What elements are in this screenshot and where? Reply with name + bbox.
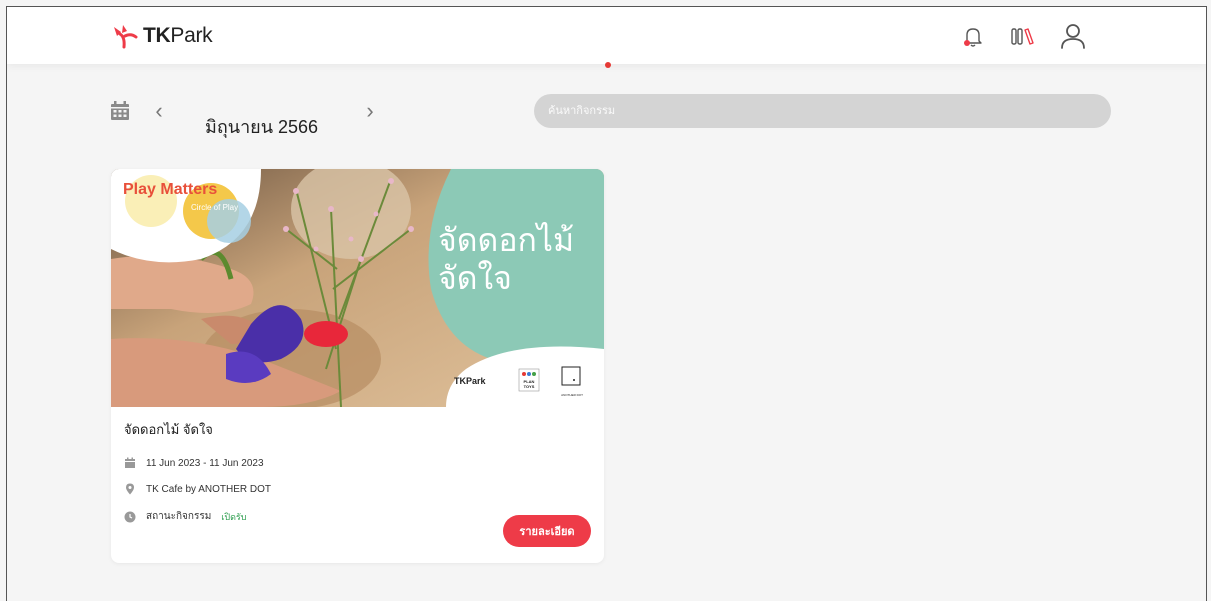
banner-title: จัดดอกไม้ จัดใจ (438, 221, 575, 297)
activity-date-range: 11 Jun 2023 - 11 Jun 2023 (146, 457, 264, 469)
activity-title: จัดดอกไม้ จัดใจ (124, 422, 213, 437)
activity-date-row: 11 Jun 2023 - 11 Jun 2023 (124, 457, 264, 469)
activity-search-input[interactable] (534, 94, 1111, 128)
header-actions (958, 21, 1088, 51)
top-header: TKPark (7, 7, 1206, 64)
calendar-small-icon (124, 457, 136, 469)
current-month-label: มิถุนายน 2566 (205, 117, 319, 137)
calendar-icon[interactable] (110, 101, 130, 121)
activity-status-label: สถานะกิจกรรม (146, 511, 212, 522)
previous-month-button[interactable]: ‹ (148, 99, 170, 123)
next-month-button[interactable]: › (359, 99, 381, 123)
calendar-toolbar: ‹ มิถุนายน 2566 › (7, 91, 1206, 137)
logo-wordmark: TKPark (143, 24, 213, 47)
circle-of-play-text: Circle of Play (191, 203, 239, 212)
tkpark-logo[interactable]: TKPark (111, 23, 213, 49)
activity-details-button[interactable]: รายละเอียด (503, 515, 591, 547)
activity-status-badge: เปิดรับ (221, 511, 247, 522)
play-matters-logo: Play Matters (123, 181, 218, 198)
activity-status-row: สถานะกิจกรรม เปิดรับ (124, 509, 246, 524)
plan-toys-logo: PLAN TOYS (523, 379, 535, 389)
bell-icon[interactable] (958, 21, 988, 51)
banner-tkpark-logo: TKPark (454, 376, 486, 386)
activity-banner-image[interactable]: Play Matters Circle of Play จัดดอกไม้ จั… (111, 169, 604, 407)
library-books-icon[interactable] (1008, 21, 1038, 51)
activity-location: TK Cafe by ANOTHER DOT (146, 483, 272, 495)
user-icon[interactable] (1058, 21, 1088, 51)
clock-icon (124, 511, 136, 523)
another-dot-logo: ANOTHER DOT (561, 393, 583, 397)
app-window: TKPark ‹ มิถุนายน 2566 › ค้นหากิจกรรม Pl… (6, 6, 1207, 601)
scroll-indicator-dot (605, 62, 611, 68)
activity-card[interactable]: Play Matters Circle of Play จัดดอกไม้ จั… (111, 169, 604, 563)
tkpark-logo-icon (114, 25, 138, 49)
location-pin-icon (124, 483, 136, 495)
activity-location-row: TK Cafe by ANOTHER DOT (124, 483, 271, 495)
